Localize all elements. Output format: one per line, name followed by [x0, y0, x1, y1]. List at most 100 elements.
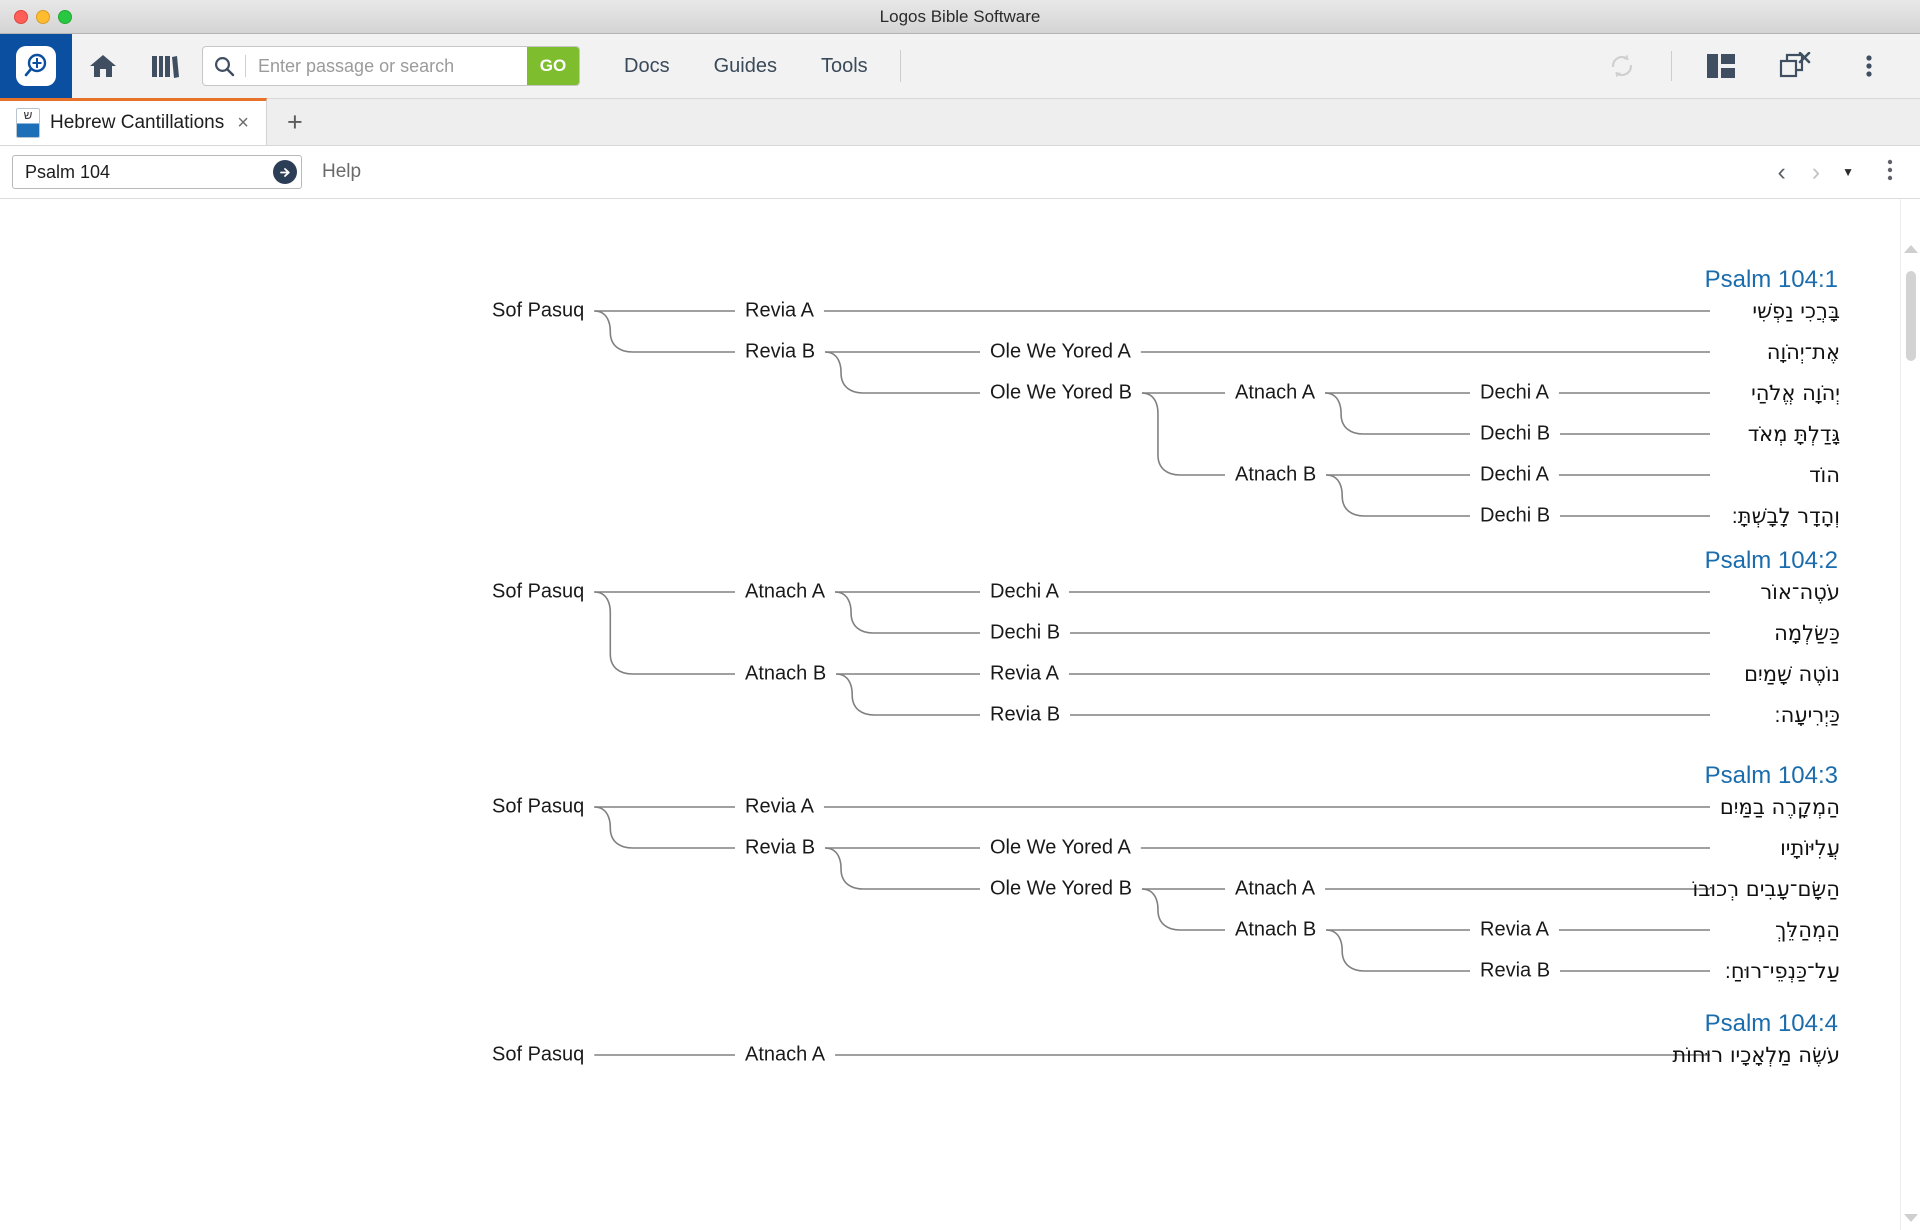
hebrew-text[interactable]: וְהָדָר לָבָשְׁתָּ׃	[1732, 504, 1840, 528]
hebrew-text[interactable]: עַל־כַּנְפֵי־רוּחַ׃	[1725, 959, 1840, 983]
hebrew-text[interactable]: גָּדַלְתָּ מְאֹד	[1748, 422, 1840, 446]
logos-logo-icon	[16, 46, 56, 86]
library-books-icon	[152, 56, 179, 78]
new-tab-button[interactable]: +	[267, 108, 323, 136]
connector-line	[824, 847, 980, 890]
reference-box[interactable]	[12, 155, 302, 189]
cantillation-node[interactable]: Revia B	[990, 704, 1060, 727]
hebrew-text[interactable]: אֶת־יְהֹוָה	[1767, 340, 1840, 364]
cantillation-node[interactable]: Revia A	[1480, 919, 1549, 942]
layout-panels-icon	[1707, 54, 1735, 78]
connector-line	[594, 310, 735, 353]
library-button[interactable]	[134, 34, 196, 98]
cantillation-node[interactable]: Atnach A	[1235, 382, 1315, 405]
content-scrollbar[interactable]	[1900, 199, 1920, 1230]
scrollbar-down-arrow[interactable]	[1903, 1214, 1918, 1222]
toolbar-right-divider	[1671, 51, 1672, 81]
cantillation-node[interactable]: Atnach A	[745, 1044, 825, 1067]
nav-history-dropdown-icon[interactable]: ▼	[1836, 165, 1860, 179]
hebrew-text[interactable]: הַמְקָרֶה בַמַּיִם	[1720, 795, 1840, 819]
menu-guides[interactable]: Guides	[692, 55, 799, 78]
verse-heading[interactable]: Psalm 104:2	[1705, 547, 1838, 575]
hebrew-text[interactable]: עֲלִיּוֹתָיו	[1780, 836, 1840, 860]
cantillation-node[interactable]: Revia B	[745, 341, 815, 364]
hebrew-text[interactable]: כַּשַּׂלְמָה	[1774, 621, 1840, 645]
cantillation-node[interactable]: Dechi A	[1480, 464, 1549, 487]
connector-lines	[594, 1054, 1710, 1056]
panel-menu-button[interactable]	[1866, 158, 1908, 187]
tab-strip: ש Hebrew Cantillations × +	[0, 98, 1920, 146]
cantillation-node[interactable]: Ole We Yored A	[990, 341, 1131, 364]
cantillation-node[interactable]: Sof Pasuq	[492, 300, 584, 323]
cantillation-node[interactable]: Revia A	[745, 300, 814, 323]
layout-button[interactable]	[1684, 53, 1758, 79]
cantillation-node[interactable]: Atnach B	[745, 663, 826, 686]
hebrew-text[interactable]: נוֹטֶה שָׁמַיִם	[1744, 662, 1840, 686]
cantillation-node[interactable]: Dechi B	[1480, 505, 1550, 528]
cantillation-node[interactable]: Atnach A	[745, 581, 825, 604]
nav-forward-button[interactable]: ›	[1802, 159, 1830, 185]
cantillation-node[interactable]: Sof Pasuq	[492, 581, 584, 604]
verse-heading[interactable]: Psalm 104:1	[1705, 266, 1838, 294]
close-all-panels-icon	[1779, 52, 1811, 78]
connector-line	[594, 806, 735, 849]
close-all-panels-button[interactable]	[1758, 52, 1832, 80]
hebrew-text[interactable]: כַּיְרִיעָה׃	[1774, 703, 1840, 727]
hebrew-text[interactable]: יְהֹוָה אֱלֹהַי	[1751, 381, 1840, 405]
scrollbar-thumb[interactable]	[1906, 271, 1916, 361]
search-input[interactable]	[246, 55, 527, 77]
hebrew-text[interactable]: הוֹד	[1809, 463, 1840, 487]
connector-lines	[594, 310, 1710, 517]
reference-input[interactable]	[25, 161, 273, 183]
global-search-box[interactable]: GO	[202, 46, 580, 86]
panel-nav-controls: ‹ › ▼	[1767, 158, 1908, 187]
panel-overflow-menu-icon	[1887, 159, 1893, 180]
connector-line	[594, 591, 735, 675]
cantillation-node[interactable]: Revia A	[990, 663, 1059, 686]
reference-go-icon[interactable]	[273, 160, 297, 184]
verse-heading[interactable]: Psalm 104:3	[1705, 762, 1838, 790]
app-overflow-menu-button[interactable]	[1832, 52, 1906, 80]
cantillation-node[interactable]: Ole We Yored B	[990, 878, 1132, 901]
cantillation-node[interactable]: Dechi B	[990, 622, 1060, 645]
cantillation-node[interactable]: Atnach B	[1235, 464, 1316, 487]
cantillation-node[interactable]: Dechi A	[1480, 382, 1549, 405]
cantillation-node[interactable]: Ole We Yored A	[990, 837, 1131, 860]
search-go-button[interactable]: GO	[527, 47, 579, 85]
panel-content: Psalm 104:1 Sof Pasuq Revia A Revia B Ole We…	[0, 199, 1920, 1230]
cantillation-node[interactable]: Ole We Yored B	[990, 382, 1132, 405]
tab-close-icon[interactable]: ×	[234, 112, 252, 135]
cantillation-node[interactable]: Revia B	[1480, 960, 1550, 983]
hebrew-text[interactable]: עֹשֶׂה מַלְאָכָיו רוּחוֹת	[1672, 1043, 1840, 1067]
tab-label: Hebrew Cantillations	[50, 112, 225, 133]
hebrew-text[interactable]: הַשָּׂם־עָבִים רְכוּבוֹ	[1693, 877, 1840, 901]
cantillation-node[interactable]: Sof Pasuq	[492, 796, 584, 819]
hebrew-text[interactable]: הַמְהַלֵּךְ	[1775, 918, 1840, 942]
sync-button[interactable]	[1585, 50, 1659, 82]
toolbar-right-icons	[1585, 34, 1920, 98]
cantillation-diagram-canvas: Psalm 104:1 Sof Pasuq Revia A Revia B Ole We…	[0, 199, 1900, 1230]
resource-cover-icon: ש	[16, 108, 40, 138]
home-button[interactable]	[72, 34, 134, 98]
cantillation-node[interactable]: Sof Pasuq	[492, 1044, 584, 1067]
connector-line	[1141, 392, 1225, 476]
cantillation-node[interactable]: Atnach B	[1235, 919, 1316, 942]
nav-back-button[interactable]: ‹	[1767, 159, 1795, 185]
logos-logo-button[interactable]	[0, 34, 72, 98]
cantillation-node[interactable]: Dechi A	[990, 581, 1059, 604]
cantillation-node[interactable]: Atnach A	[1235, 878, 1315, 901]
menu-tools[interactable]: Tools	[799, 55, 890, 78]
cantillation-node[interactable]: Revia B	[745, 837, 815, 860]
help-link[interactable]: Help	[322, 161, 361, 183]
cantillation-node[interactable]: Dechi B	[1480, 423, 1550, 446]
cantillation-node[interactable]: Revia A	[745, 796, 814, 819]
hebrew-text[interactable]: בָּרֲכִי נַפְשִׁי	[1752, 299, 1840, 323]
tab-hebrew-cantillations[interactable]: ש Hebrew Cantillations ×	[0, 98, 267, 145]
connector-line	[824, 351, 980, 394]
menu-docs[interactable]: Docs	[602, 55, 692, 78]
connector-line	[1326, 474, 1470, 517]
hebrew-text[interactable]: עֹטֶה־אוֹר	[1760, 580, 1840, 604]
verse-heading[interactable]: Psalm 104:4	[1705, 1010, 1838, 1038]
scrollbar-up-arrow[interactable]	[1903, 245, 1918, 253]
